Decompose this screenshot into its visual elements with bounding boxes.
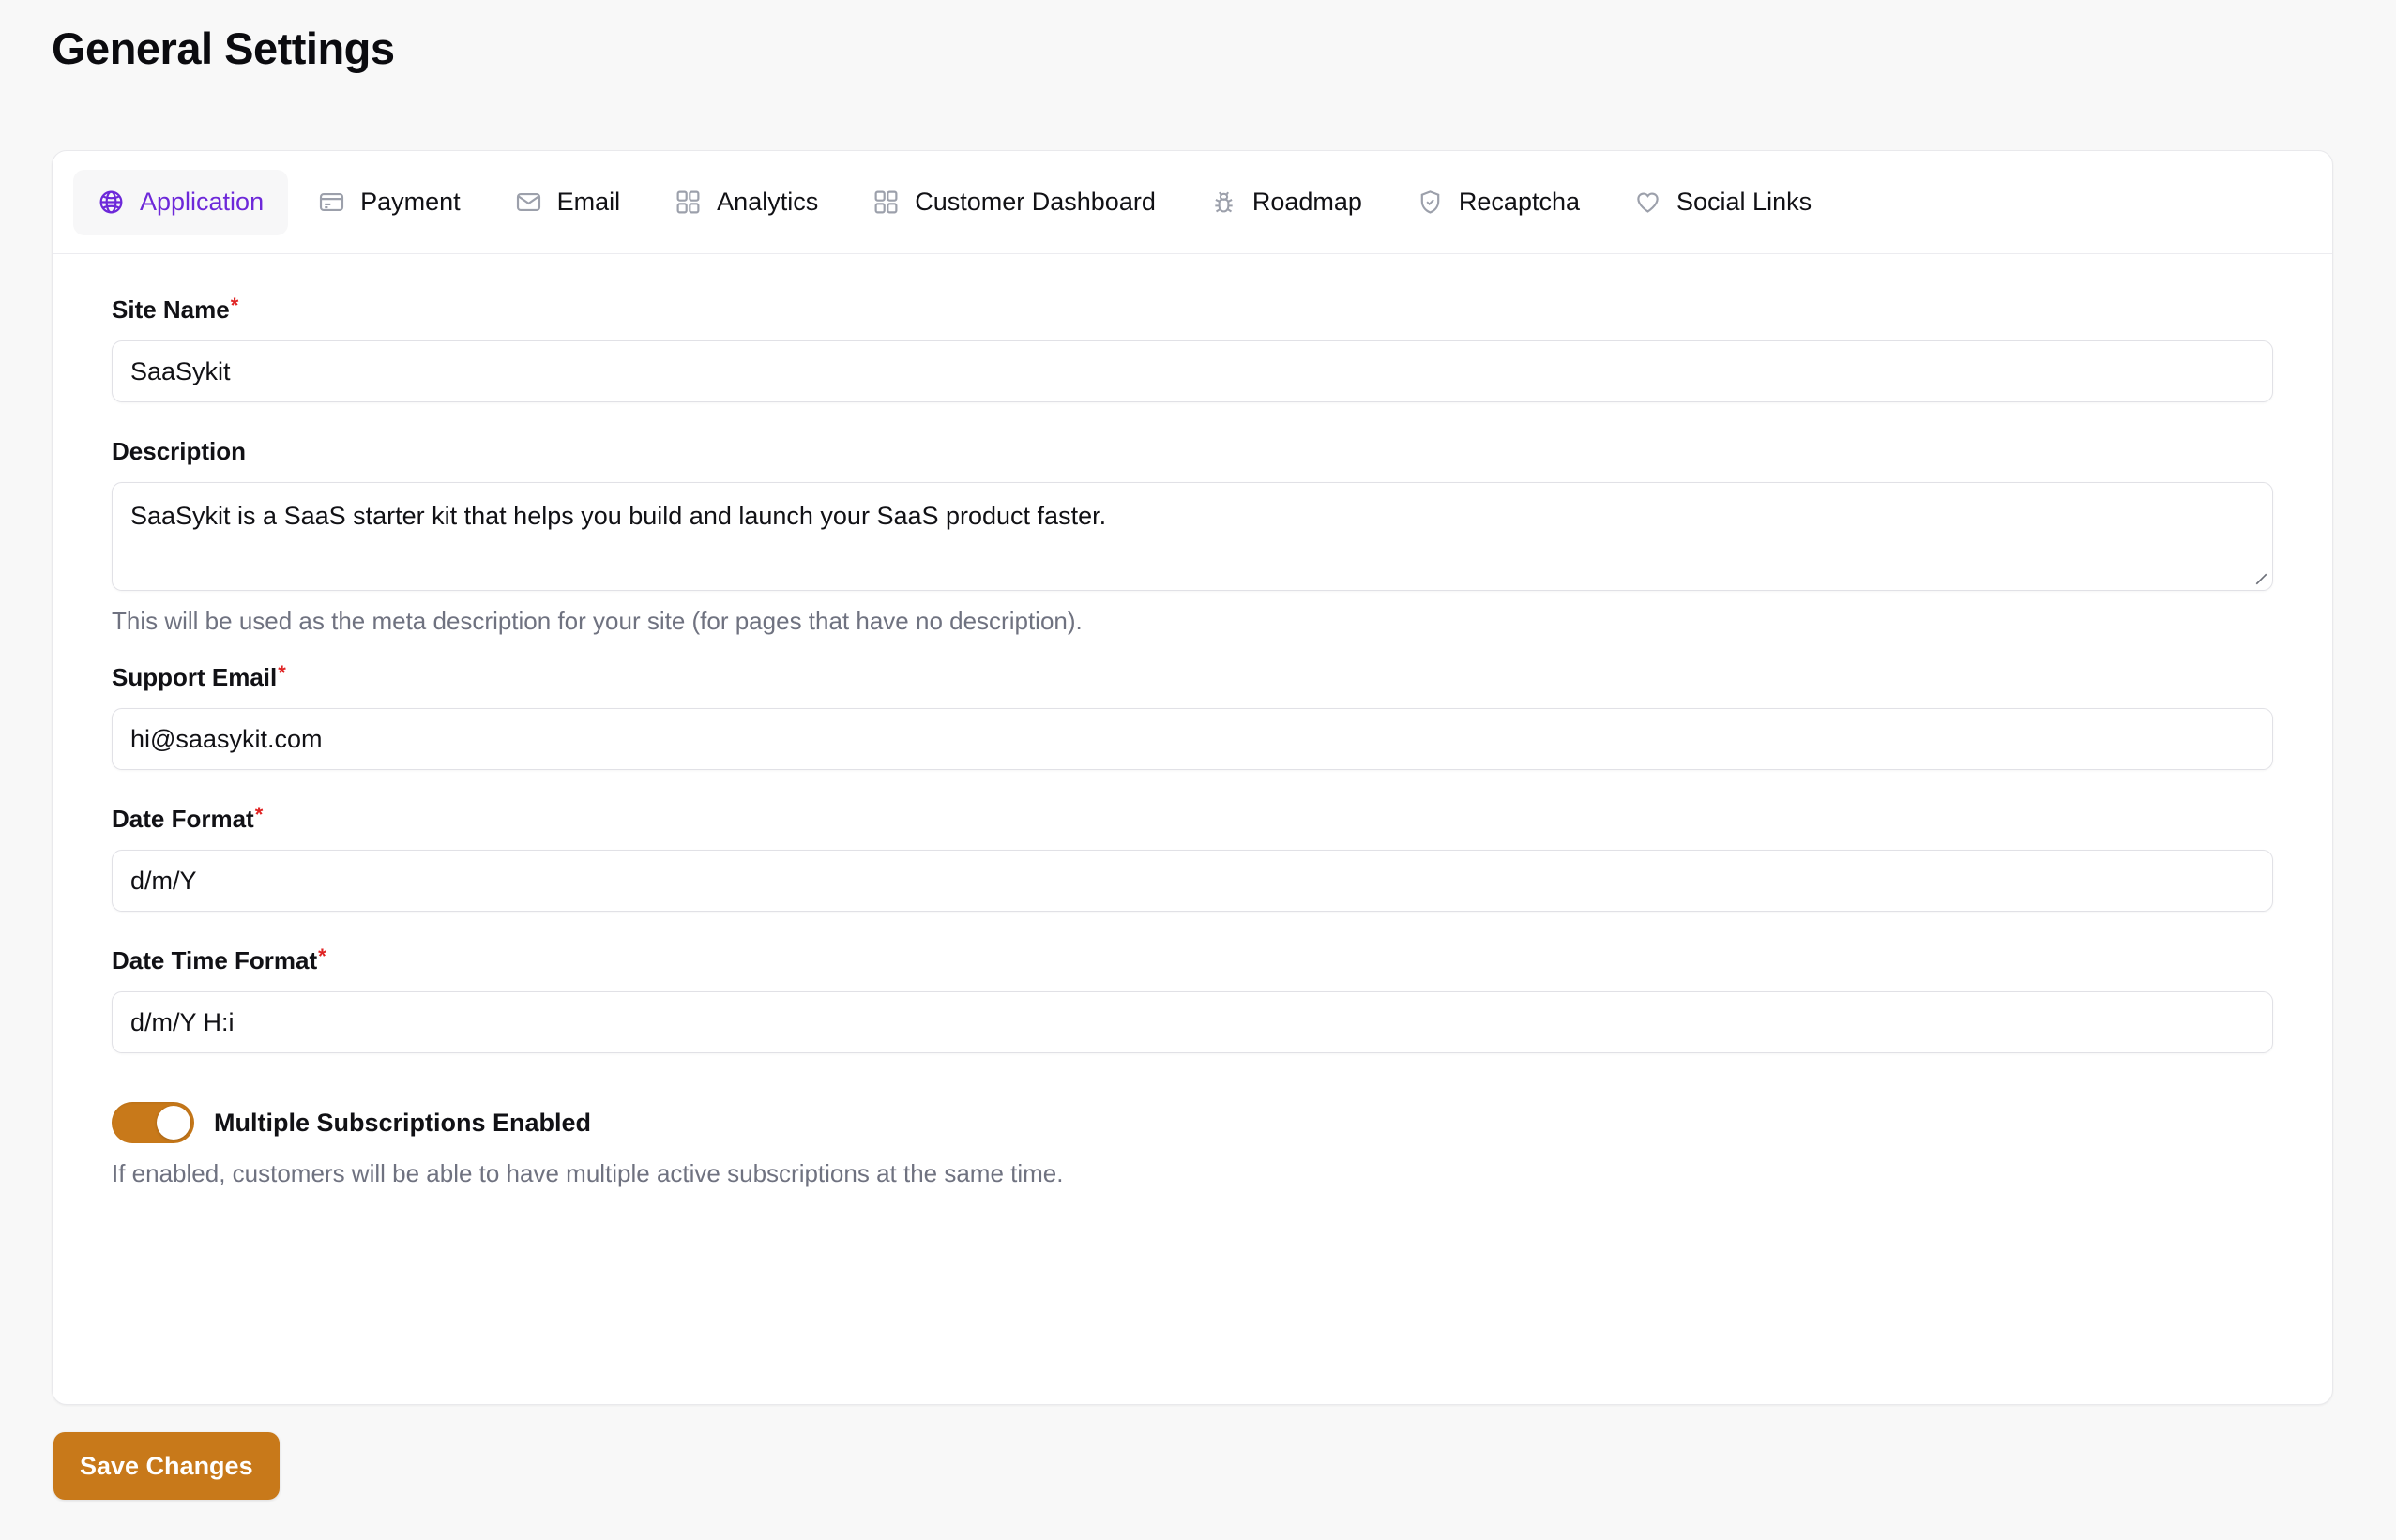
tab-label: Email [556, 188, 621, 216]
tab-customer-dashboard[interactable]: Customer Dashboard [848, 170, 1180, 235]
save-changes-button[interactable]: Save Changes [53, 1432, 280, 1500]
description-textarea[interactable] [112, 482, 2273, 591]
shield-check-icon [1417, 189, 1444, 216]
field-support-email: Support Email * [112, 661, 2273, 771]
required-asterisk: * [318, 944, 326, 969]
tab-label: Application [140, 188, 265, 216]
tab-analytics[interactable]: Analytics [650, 170, 842, 235]
date-format-input[interactable] [112, 850, 2273, 913]
multiple-subscriptions-toggle[interactable] [112, 1102, 194, 1144]
page-title: General Settings [52, 23, 395, 73]
tab-social-links[interactable]: Social Links [1610, 170, 1836, 235]
description-label: Description [112, 439, 2273, 463]
label-text: Date Format [112, 805, 254, 834]
field-site-name: Site Name * [112, 294, 2273, 402]
field-multiple-subscriptions: Multiple Subscriptions Enabled [112, 1102, 2273, 1144]
settings-page: General Settings Application Payment Ema… [0, 0, 2396, 1540]
label-text: Support Email [112, 663, 278, 692]
grid-squares-icon [872, 189, 900, 216]
globe-icon [98, 189, 125, 216]
support-email-input[interactable] [112, 708, 2273, 771]
label-text: Description [112, 437, 247, 465]
tab-email[interactable]: Email [491, 170, 645, 235]
tab-label: Social Links [1676, 188, 1812, 216]
date-time-format-label: Date Time Format * [112, 944, 2273, 975]
support-email-label: Support Email * [112, 661, 2273, 692]
multiple-subscriptions-label: Multiple Subscriptions Enabled [214, 1108, 592, 1137]
toggle-knob [157, 1106, 190, 1140]
tab-application[interactable]: Application [73, 169, 289, 235]
tab-label: Recaptcha [1458, 188, 1581, 216]
grid-squares-icon [675, 189, 702, 216]
envelope-icon [515, 189, 542, 216]
label-text: Date Time Format [112, 946, 318, 975]
description-help-text: This will be used as the meta descriptio… [112, 607, 1083, 635]
settings-tabs: Application Payment Email Analytics Cust… [53, 151, 2332, 254]
date-format-label: Date Format * [112, 803, 2273, 834]
site-name-label: Site Name * [112, 294, 2273, 324]
settings-card: Application Payment Email Analytics Cust… [52, 150, 2333, 1405]
settings-form: Site Name* Description This will be used… [53, 254, 2332, 1188]
tab-payment[interactable]: Payment [294, 170, 485, 235]
field-date-format: Date Format * [112, 803, 2273, 913]
tab-label: Analytics [717, 188, 819, 216]
credit-card-icon [318, 189, 345, 216]
tab-label: Customer Dashboard [915, 188, 1156, 216]
site-name-input[interactable] [112, 340, 2273, 402]
multiple-subscriptions-help-text: If enabled, customers will be able to ha… [112, 1159, 1064, 1188]
field-date-time-format: Date Time Format * [112, 944, 2273, 1054]
required-asterisk: * [230, 294, 239, 317]
tab-recaptcha[interactable]: Recaptcha [1392, 170, 1604, 235]
date-time-format-input[interactable] [112, 991, 2273, 1054]
tab-label: Payment [360, 188, 461, 216]
bug-icon [1210, 189, 1237, 216]
required-asterisk: * [254, 803, 264, 827]
tab-roadmap[interactable]: Roadmap [1186, 170, 1387, 235]
tab-label: Roadmap [1251, 188, 1362, 216]
heart-icon [1634, 189, 1661, 216]
field-description: Description This will be used as the met… [112, 439, 2273, 636]
label-text: Site Name [112, 295, 230, 324]
required-asterisk: * [278, 661, 286, 686]
